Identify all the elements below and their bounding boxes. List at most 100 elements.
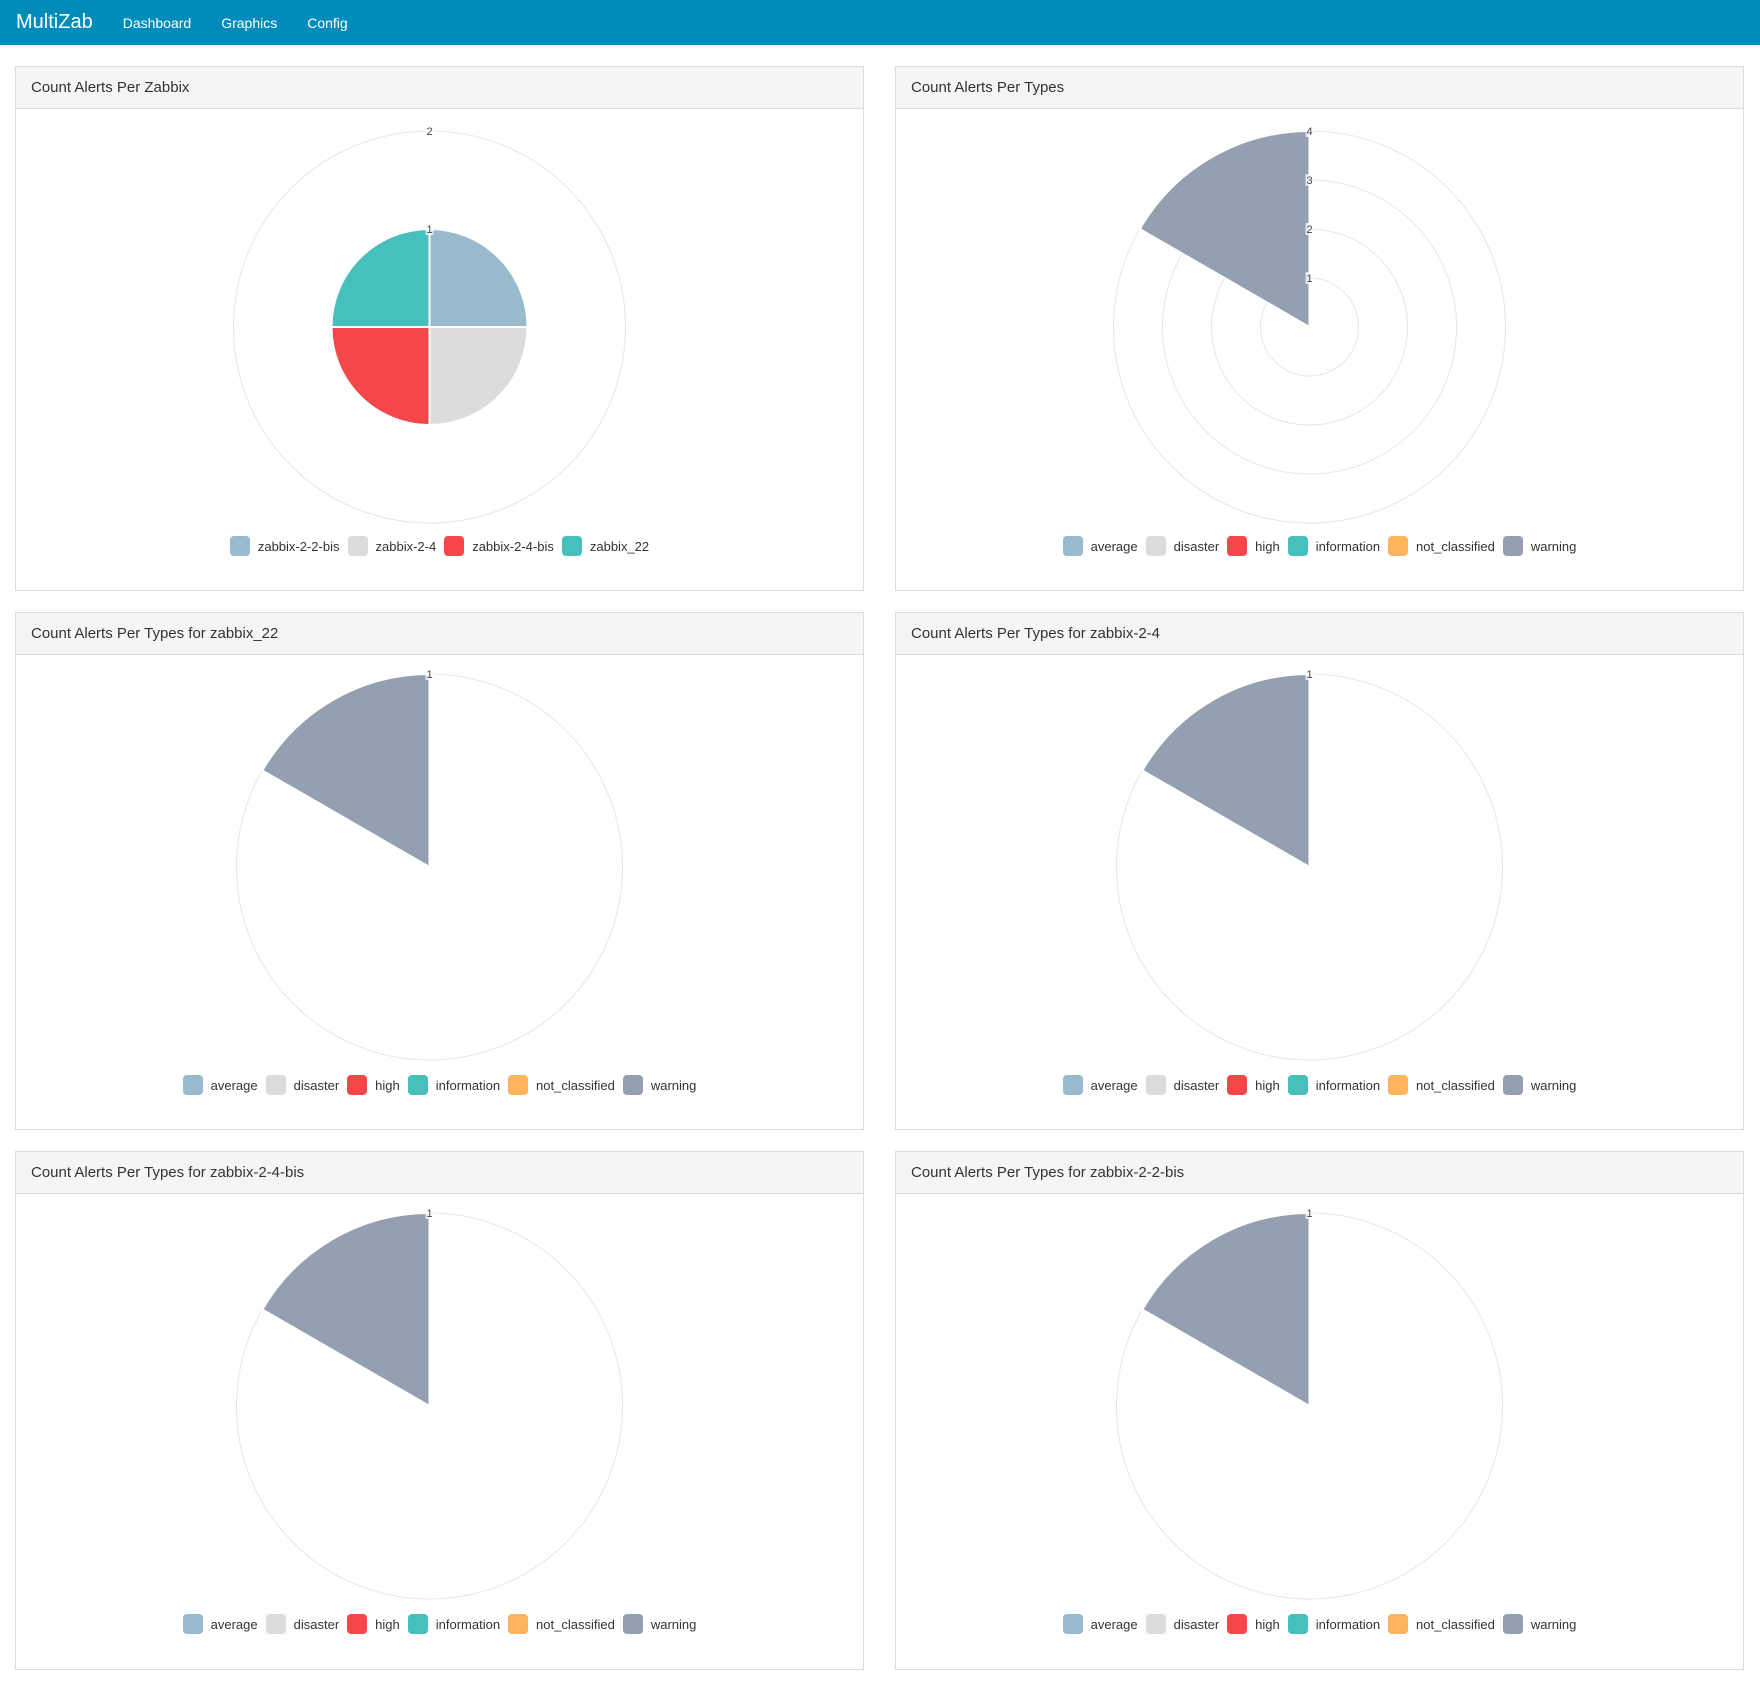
legend-label: warning [1530,538,1577,554]
legend-item-not-classified[interactable]: not_classified [1388,1075,1495,1095]
legend-swatch [265,1075,286,1095]
legend-item-information[interactable]: information [407,1075,500,1095]
legend-item-average[interactable]: average [1062,1075,1138,1095]
legend-label: high [375,1077,400,1093]
legend-label: high [1255,538,1280,554]
polar-segment-warning[interactable] [1140,672,1311,869]
chart-body: 1 average disaster high information not_clas… [896,1194,1743,1669]
legend-label: disaster [293,1077,340,1093]
chart-panel-types-zabbix-2-4-bis: Count Alerts Per Types for zabbix-2-4-bi… [15,1151,864,1670]
legend-item-average[interactable]: average [1062,1614,1138,1634]
nav-config-link[interactable]: Config [307,15,347,31]
chart-legend: zabbix-2-2-bis zabbix-2-4 zabbix-2-4-bis za… [16,536,863,556]
tick-label: 2 [426,126,432,138]
tick-label: 1 [426,224,432,236]
legend-swatch [182,1614,203,1634]
legend-item-high[interactable]: high [347,1614,400,1634]
legend-label: not_classified [1416,1616,1495,1632]
legend-swatch [1227,1075,1248,1095]
legend-swatch [265,1614,286,1634]
legend-swatch [229,536,250,556]
legend-item-warning[interactable]: warning [1502,1614,1577,1634]
legend-label: average [1090,1077,1138,1093]
legend-swatch [347,536,368,556]
legend-item-average[interactable]: average [182,1075,258,1095]
polar-segment-zabbix-2-2-bis[interactable] [428,227,529,328]
legend-item-disaster[interactable]: disaster [1145,536,1219,556]
polar-area-chart: 1 [1116,668,1503,1061]
brand-link[interactable]: MultiZab [16,11,93,34]
tick-label: 2 [1306,224,1312,236]
legend-item-disaster[interactable]: disaster [265,1075,340,1095]
legend-label: average [1090,538,1138,554]
polar-segment-warning[interactable] [260,672,431,869]
tick-label: 4 [1306,126,1312,138]
legend-item-average[interactable]: average [182,1614,258,1634]
legend-swatch [1062,536,1083,556]
legend-label: average [1090,1616,1138,1632]
panel-title: Count Alerts Per Types for zabbix_22 [16,613,863,655]
chart-body: 1 average disaster high information not_clas… [16,655,863,1129]
polar-segment-warning[interactable] [1140,1211,1311,1408]
legend-swatch [1287,1075,1308,1095]
legend-label: not_classified [536,1616,615,1632]
legend-swatch [1227,1614,1248,1634]
polar-area-chart: 1 [236,668,623,1061]
legend-item-not-classified[interactable]: not_classified [1388,536,1495,556]
legend-item-not-classified[interactable]: not_classified [1388,1614,1495,1634]
legend-label: high [375,1616,400,1632]
legend-swatch [622,1614,643,1634]
polar-segment-zabbix-2-4-bis[interactable] [330,326,431,427]
legend-item-information[interactable]: information [1287,1075,1380,1095]
nav-graphics-link[interactable]: Graphics [221,15,277,31]
legend-item-warning[interactable]: warning [622,1075,697,1095]
legend-item-warning[interactable]: warning [1502,536,1577,556]
legend-label: disaster [1173,1077,1220,1093]
tick-label: 1 [426,1208,432,1220]
legend-item-zabbix-2-4-bis[interactable]: zabbix-2-4-bis [444,536,554,556]
tick-label: 1 [1306,1208,1312,1220]
legend-swatch [347,1075,368,1095]
legend-item-disaster[interactable]: disaster [265,1614,340,1634]
legend-label: disaster [1173,1616,1220,1632]
legend-item-high[interactable]: high [1227,1075,1280,1095]
legend-item-warning[interactable]: warning [622,1614,696,1634]
panel-title: Count Alerts Per Types [896,67,1743,109]
legend-label: warning [650,1077,697,1093]
polar-segment-warning[interactable] [260,1211,431,1408]
legend-item-not-classified[interactable]: not_classified [508,1075,615,1095]
legend-item-information[interactable]: information [407,1614,500,1634]
legend-item-high[interactable]: high [347,1075,400,1095]
legend-item-information[interactable]: information [1287,1614,1380,1634]
legend-item-zabbix-2-4[interactable]: zabbix-2-4 [347,536,436,556]
chart-legend: average disaster high information not_classi… [16,1075,863,1095]
legend-item-average[interactable]: average [1062,536,1138,556]
legend-swatch [1062,1614,1083,1634]
legend-item-high[interactable]: high [1227,536,1280,556]
legend-item-not-classified[interactable]: not_classified [508,1614,615,1634]
chart-legend: average disaster high information not_classi… [16,1614,863,1634]
legend-swatch [1062,1075,1083,1095]
top-navbar: MultiZab Dashboard Graphics Config [0,0,1760,45]
legend-item-high[interactable]: high [1227,1614,1280,1634]
panel-title: Count Alerts Per Types for zabbix-2-4-bi… [16,1152,863,1194]
legend-item-disaster[interactable]: disaster [1145,1614,1220,1634]
legend-label: warning [1530,1616,1577,1632]
legend-swatch [1388,1075,1409,1095]
polar-segment-zabbix-22[interactable] [330,227,431,328]
legend-item-zabbix-2-2-bis[interactable]: zabbix-2-2-bis [229,536,340,556]
tick-label: 1 [1306,669,1312,681]
legend-swatch [347,1614,368,1634]
legend-swatch [1145,1075,1166,1095]
chart-panel-types-zabbix_22: Count Alerts Per Types for zabbix_22 1 a… [15,612,864,1130]
legend-item-disaster[interactable]: disaster [1145,1075,1220,1095]
legend-item-zabbix-22[interactable]: zabbix_22 [561,536,649,556]
polar-segment-zabbix-2-4[interactable] [428,326,529,427]
chart-body: 1 average disaster high information not_clas… [16,1194,863,1669]
legend-item-information[interactable]: information [1287,536,1380,556]
legend-swatch [407,1075,428,1095]
nav-dashboard-link[interactable]: Dashboard [123,15,192,31]
legend-item-warning[interactable]: warning [1502,1075,1576,1095]
legend-swatch [1227,536,1248,556]
legend-label: disaster [293,1616,340,1632]
